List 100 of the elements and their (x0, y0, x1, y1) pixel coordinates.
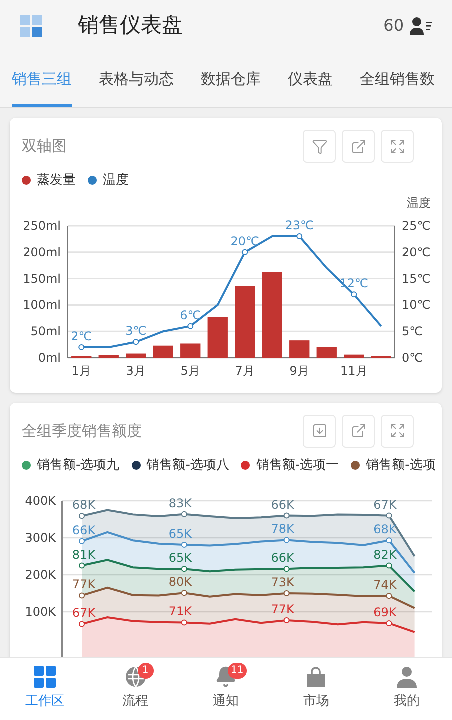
page-title: 销售仪表盘 (78, 12, 183, 40)
icon-button[interactable] (342, 130, 375, 163)
legend-label[interactable]: 蒸发量 (37, 171, 76, 190)
point-marker (181, 511, 188, 518)
tab[interactable]: 仪表盘 (288, 68, 333, 107)
legend-label[interactable]: 销售额-选项一 (256, 456, 340, 475)
bar (98, 354, 119, 358)
share-icon (350, 138, 366, 154)
point-marker (242, 248, 248, 255)
tick-label: 50ml (30, 324, 61, 338)
card-title: 全组季度销售额度 (22, 420, 142, 442)
point-marker (386, 620, 392, 626)
tick-label: 1月 (72, 364, 92, 378)
bar (153, 345, 174, 358)
bar (180, 343, 201, 358)
data-label: 23℃ (285, 218, 314, 232)
tick-label: 400K (25, 494, 56, 508)
data-label: 80K (168, 575, 192, 590)
data-label: 83K (168, 496, 192, 510)
data-label: 78K (271, 522, 294, 536)
tab[interactable]: 全组销售数 (360, 68, 435, 107)
data-label: 71K (168, 604, 192, 619)
nav-item[interactable]: 11 通知 (180, 658, 272, 720)
data-label: 68K (72, 498, 96, 512)
data-label: 66K (271, 551, 294, 566)
point-marker (78, 344, 85, 350)
tick-label: 10℃ (402, 298, 431, 312)
icon-button[interactable] (303, 130, 336, 163)
tick-label: 15℃ (402, 271, 431, 286)
download-icon (312, 423, 328, 439)
share-icon (350, 423, 366, 439)
data-label: 82K (374, 548, 397, 562)
tick-label: 20℃ (402, 244, 431, 259)
bar (208, 316, 228, 358)
point-marker (284, 566, 290, 572)
tab[interactable]: 表格与动态 (99, 68, 174, 107)
icon-button[interactable] (381, 130, 414, 163)
data-label: 68K (374, 522, 397, 537)
grid-icon (34, 666, 56, 688)
data-label: 66K (72, 523, 96, 538)
data-label: 67K (374, 498, 397, 512)
point-marker (188, 322, 194, 329)
point-marker (351, 291, 358, 298)
data-label: 65K (168, 527, 192, 542)
tick-label: 11月 (340, 364, 368, 378)
data-label: 20℃ (230, 234, 260, 248)
bag-icon (305, 666, 328, 688)
point-marker (79, 562, 85, 569)
point-marker (181, 590, 188, 596)
expand-icon (390, 138, 406, 154)
data-label: 69K (374, 605, 397, 620)
point-marker (386, 593, 392, 600)
point-marker (386, 538, 392, 544)
tick-label: 100ml (23, 298, 61, 312)
point-marker (133, 338, 140, 345)
tick-label: 0ml (38, 350, 61, 364)
filter-icon (312, 138, 328, 154)
legend-label[interactable]: 销售额-选项八 (146, 456, 230, 475)
point-marker (284, 512, 290, 519)
nav-item[interactable]: 我的 (362, 658, 452, 720)
tick-label: 200K (25, 568, 56, 582)
point-marker (386, 562, 392, 569)
icon-button[interactable] (381, 414, 414, 448)
data-label: 74K (374, 578, 397, 592)
tick-label: 200ml (23, 244, 61, 259)
data-label: 81K (72, 548, 96, 562)
point-marker (284, 537, 290, 544)
expand-icon (390, 423, 406, 439)
data-label: 3℃ (126, 324, 147, 338)
card-title: 双轴图 (22, 136, 67, 158)
tick-label: 150ml (23, 271, 61, 286)
point-marker (79, 592, 85, 599)
data-label: 2℃ (71, 328, 92, 343)
tick-label: 5月 (180, 364, 200, 378)
point-marker (181, 566, 188, 572)
point-marker (79, 538, 85, 544)
tick-label: 5℃ (402, 324, 424, 338)
badge: 1 (138, 663, 154, 679)
app-logo-icon (20, 15, 42, 37)
nav-item[interactable]: 1 流程 (90, 658, 181, 720)
icon-button[interactable] (303, 414, 336, 448)
point-marker (284, 590, 290, 596)
data-label: 6℃ (180, 308, 202, 322)
data-label: 65K (168, 551, 192, 566)
legend-label[interactable]: 温度 (103, 171, 129, 190)
nav-item[interactable]: 工作区 (0, 658, 90, 720)
tick-label: 250ml (23, 218, 61, 232)
user-count: 60 (384, 15, 404, 37)
bar (316, 346, 337, 358)
nav-item[interactable]: 市场 (271, 658, 362, 720)
point-marker (284, 618, 290, 624)
data-label: 77K (72, 578, 96, 592)
icon-button[interactable] (342, 414, 375, 448)
tick-label: 100K (25, 605, 56, 619)
bar (235, 286, 256, 358)
user-list-icon[interactable] (410, 17, 432, 35)
legend-label[interactable]: 销售额-选项 (366, 456, 436, 475)
legend-label[interactable]: 销售额-选项九 (37, 456, 120, 475)
tab[interactable]: 数据仓库 (201, 68, 261, 107)
point-marker (386, 512, 392, 519)
